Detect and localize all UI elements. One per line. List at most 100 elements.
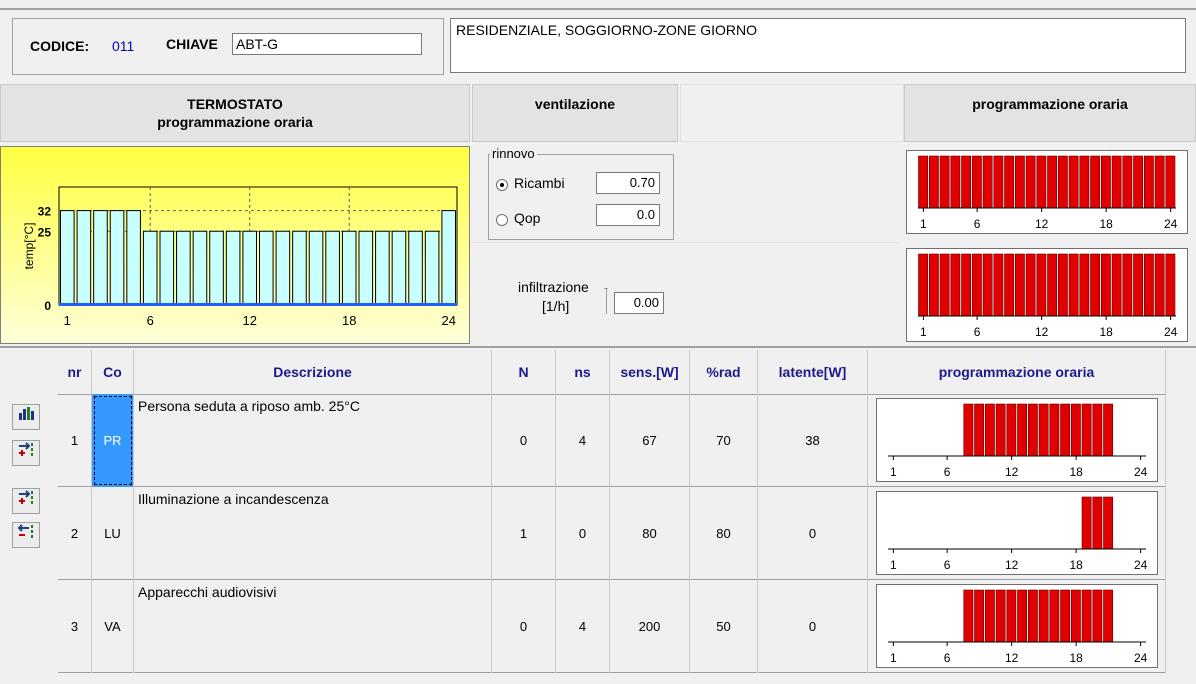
chiave-label: CHIAVE: [166, 36, 218, 52]
column-header-n[interactable]: N: [492, 350, 556, 394]
cell-co[interactable]: LU: [92, 487, 134, 580]
thermostat-header: TERMOSTATO programmazione oraria: [0, 84, 470, 142]
chart-bar: [391, 230, 407, 306]
schedule-tick-label: 18: [1069, 651, 1083, 665]
chart-zero-line: [59, 303, 457, 306]
column-header-nr[interactable]: nr: [58, 350, 92, 394]
cell-desc[interactable]: Illuminazione a incandescenza: [134, 487, 492, 580]
schedule-hour-bar: [1036, 253, 1047, 317]
schedule-hour-bar: [961, 155, 972, 209]
chart-bar: [441, 210, 456, 306]
cell-rad[interactable]: 80: [690, 487, 758, 580]
row-schedule[interactable]: 1 6 12 18 24: [868, 580, 1166, 673]
infiltration-input[interactable]: 0.00: [614, 292, 664, 314]
cell-rad[interactable]: 50: [690, 580, 758, 673]
insert-row-button[interactable]: [12, 440, 40, 466]
schedule-hour-bar: [971, 253, 982, 317]
schedule-tick-label: 1: [920, 217, 927, 231]
column-header-co[interactable]: Co: [92, 350, 134, 394]
schedule-hour-bar: [982, 155, 993, 209]
cell-n[interactable]: 0: [492, 394, 556, 487]
cell-sens[interactable]: 67: [610, 394, 690, 487]
thermostat-chart[interactable]: 0 25 32 temp[°C] 1 6 12 18 24: [0, 146, 470, 344]
delete-row-button[interactable]: [12, 522, 40, 548]
chart-button[interactable]: [12, 404, 40, 430]
row-schedule[interactable]: 1 6 12 18 24: [868, 487, 1166, 580]
schedule-hour-bar: [1004, 155, 1015, 209]
schedule-hour-bar: [963, 403, 974, 457]
schedule-hour-bar: [1025, 253, 1036, 317]
schedule-hour-bar: [1133, 253, 1144, 317]
cell-lat[interactable]: 0: [758, 580, 868, 673]
cell-nr[interactable]: 3: [58, 580, 92, 673]
schedule-hour-bar: [1154, 253, 1165, 317]
infiltration-bracket: [606, 288, 607, 314]
row-schedule-chart[interactable]: 1 6 12 18 24: [876, 584, 1158, 668]
schedule-tick-label: 6: [944, 465, 951, 479]
cell-lat[interactable]: 38: [758, 394, 868, 487]
row-schedule[interactable]: 1 6 12 18 24: [868, 394, 1166, 487]
row-schedule-chart[interactable]: 1 6 12 18 24: [876, 398, 1158, 482]
cell-rad[interactable]: 70: [690, 394, 758, 487]
schedule-hour-bar: [984, 589, 995, 643]
cell-desc[interactable]: Persona seduta a riposo amb. 25°C: [134, 394, 492, 487]
column-header-ns[interactable]: ns: [556, 350, 610, 394]
chart-bar: [93, 210, 108, 306]
infiltration-schedule[interactable]: 1 6 12 18 24: [906, 248, 1188, 342]
add-row-button[interactable]: [12, 488, 40, 514]
ricambi-input[interactable]: 0.70: [596, 172, 660, 194]
chart-bar: [176, 230, 191, 306]
chiave-input[interactable]: ABT-G: [232, 33, 422, 55]
schedule-hour-bar: [1092, 589, 1103, 643]
ricambi-radio[interactable]: [496, 179, 508, 191]
cell-co[interactable]: VA: [92, 580, 134, 673]
schedule-hour-bar: [1100, 253, 1111, 317]
cell-nr[interactable]: 2: [58, 487, 92, 580]
description-field[interactable]: RESIDENZIALE, SOGGIORNO-ZONE GIORNO: [450, 18, 1186, 73]
qop-radio[interactable]: [496, 214, 508, 226]
ventilation-panel: rinnovo Ricambi 0.70 Qop 0.0 infiltrazio…: [472, 146, 900, 344]
schedule-hour-bar: [1057, 253, 1068, 317]
ventilation-title: ventilazione: [534, 96, 616, 112]
row-schedule-chart[interactable]: 1 6 12 18 24: [876, 491, 1158, 575]
schedule-chart: 1 6 12 18 24: [876, 584, 1158, 668]
cell-desc[interactable]: Apparecchi audiovisivi: [134, 580, 492, 673]
chart-x-tick: 12: [242, 313, 256, 328]
cell-ns[interactable]: 4: [556, 394, 610, 487]
cell-n[interactable]: 0: [492, 580, 556, 673]
top-divider: [0, 8, 1196, 10]
vent-divider: [472, 242, 900, 243]
cell-ns[interactable]: 4: [556, 580, 610, 673]
schedule-hour-bar: [1068, 155, 1079, 209]
cell-ns[interactable]: 0: [556, 487, 610, 580]
ventilation-schedule[interactable]: 1 6 12 18 24: [906, 150, 1188, 234]
column-header-rad[interactable]: %rad: [690, 350, 758, 394]
schedule-hour-bar: [1103, 589, 1114, 643]
column-header-sens[interactable]: sens.[W]: [610, 350, 690, 394]
qop-input[interactable]: 0.0: [596, 204, 660, 226]
schedule-hour-bar: [1133, 155, 1144, 209]
schedule-hour-bar: [1111, 253, 1122, 317]
column-header-lat[interactable]: latente[W]: [758, 350, 868, 394]
schedule-tick-label: 24: [1164, 217, 1178, 231]
schedule-tick-label: 1: [920, 325, 927, 339]
cell-sens[interactable]: 200: [610, 580, 690, 673]
cell-sens[interactable]: 80: [610, 487, 690, 580]
schedule-hour-bar: [971, 155, 982, 209]
schedule-tick-label: 18: [1099, 325, 1113, 339]
schedule-hour-bar: [1038, 403, 1049, 457]
column-header-sched[interactable]: programmazione oraria: [868, 350, 1166, 394]
schedule-chart: 1 6 12 18 24: [876, 398, 1158, 482]
ricambi-label: Ricambi: [514, 175, 565, 191]
schedule-hour-bar: [1143, 155, 1154, 209]
chart-bar: [76, 210, 92, 306]
chart-x-tick: 1: [64, 313, 71, 328]
column-header-desc[interactable]: Descrizione: [134, 350, 492, 394]
chart-bar: [159, 230, 175, 306]
schedule-hour-bar: [1068, 253, 1079, 317]
cell-nr[interactable]: 1: [58, 394, 92, 487]
cell-lat[interactable]: 0: [758, 487, 868, 580]
table-divider: [0, 346, 1196, 348]
cell-n[interactable]: 1: [492, 487, 556, 580]
cell-co[interactable]: PR: [92, 394, 134, 487]
